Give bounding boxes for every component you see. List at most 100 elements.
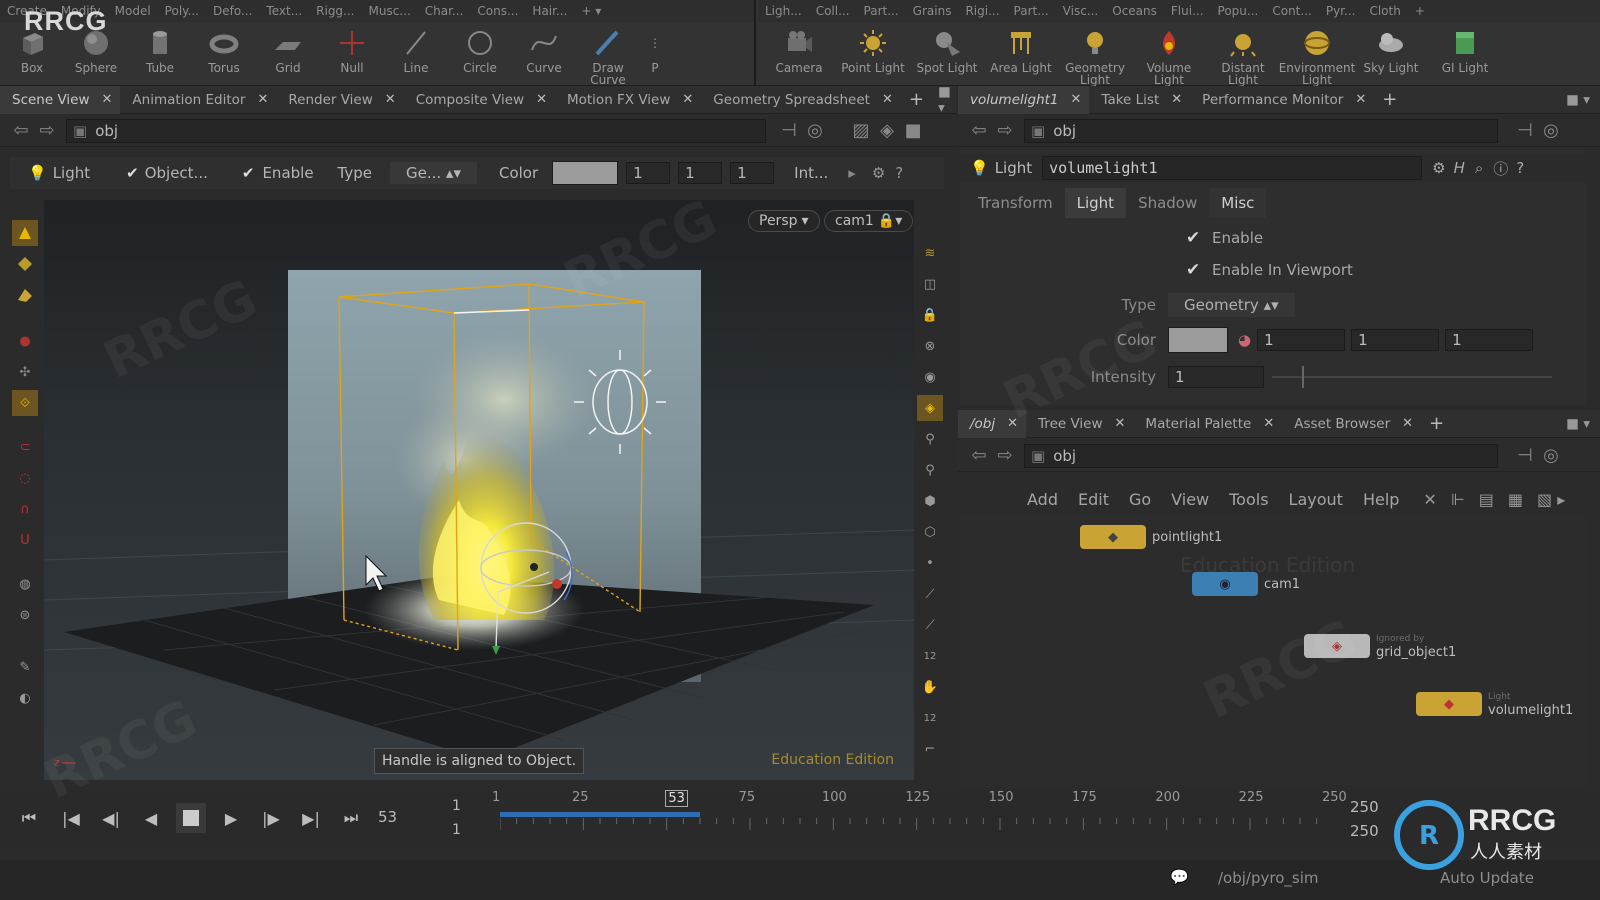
handle-icon[interactable]: ● [12, 328, 38, 354]
select-tool-icon[interactable] [12, 220, 38, 246]
color-r-field[interactable]: 1 [1257, 329, 1346, 351]
close-icon[interactable]: ✕ [1007, 416, 1018, 431]
add-shelf-icon[interactable]: + ▾ [574, 4, 608, 18]
close-icon[interactable]: ✕ [1115, 416, 1126, 431]
magnet-snap-icon[interactable]: U [12, 527, 38, 553]
forward-arrow-icon[interactable]: ⇨ [992, 445, 1018, 466]
tab-material-palette[interactable]: Material Palette ✕ [1133, 410, 1282, 438]
color-swatch[interactable] [552, 161, 619, 185]
scene-viewport[interactable]: z Persp ▾ cam1 🔒▾ Handle is aligned to Obj… [44, 200, 914, 780]
tab-composite-view[interactable]: Composite View ✕ [404, 86, 555, 114]
tool-sky-light[interactable]: Sky Light [1354, 26, 1428, 74]
step-back-icon[interactable]: ◀| [96, 803, 126, 833]
frame-12-icon[interactable]: 12 [917, 643, 943, 669]
pin-icon[interactable]: ⊣ [1512, 445, 1538, 466]
close-icon[interactable]: ✕ [536, 92, 547, 107]
update-mode-dropdown[interactable]: Auto Update [1440, 869, 1534, 887]
play-reverse-icon[interactable]: ◀ [136, 803, 166, 833]
enable-checkbox[interactable]: ✔ [242, 164, 255, 182]
color-b-field[interactable]: 1 [730, 162, 775, 184]
menu-add[interactable]: Add [1027, 490, 1058, 509]
object-light-icon[interactable]: ⚲ [917, 457, 943, 483]
palette-icon[interactable]: ◐ [12, 685, 38, 711]
tool-distant-light[interactable]: Distant Light [1206, 26, 1280, 86]
lasso-icon[interactable]: ◌ [12, 465, 38, 491]
path-field[interactable]: ▣ obj [1024, 118, 1498, 143]
object-dropdown[interactable]: Object... [145, 164, 208, 182]
chat-icon[interactable]: 💬 [1170, 868, 1189, 886]
help-icon[interactable]: ? [895, 164, 903, 182]
move-tool-icon[interactable] [12, 251, 38, 277]
measure-icon[interactable]: ⟋ [917, 612, 943, 638]
xray-icon[interactable]: ⊗ [917, 333, 943, 359]
paint-icon[interactable]: ✎ [12, 654, 38, 680]
bg-icon[interactable]: ⬢ [917, 488, 943, 514]
tool-geometry-light[interactable]: Geometry Light [1058, 26, 1132, 86]
tree-icon[interactable]: ⊩ [1451, 490, 1465, 509]
node-volumelight1[interactable]: ◆ Light volumelight1 [1416, 691, 1573, 717]
close-icon[interactable]: ✕ [882, 92, 893, 107]
frame-12b-icon[interactable]: 12 [917, 705, 943, 731]
tool-area-light[interactable]: Area Light [984, 26, 1058, 74]
color-g-field[interactable]: 1 [678, 162, 723, 184]
menu-go[interactable]: Go [1129, 490, 1151, 509]
forward-arrow-icon[interactable]: ⇨ [992, 120, 1018, 141]
slider-handle[interactable] [1302, 366, 1304, 388]
shelf-tab[interactable]: Popu... [1211, 4, 1266, 18]
step-forward-icon[interactable]: |▶ [256, 803, 286, 833]
tool-point-light[interactable]: Point Light [836, 26, 910, 74]
link-icon[interactable]: ◎ [1538, 120, 1564, 141]
menu-view[interactable]: View [1171, 490, 1209, 509]
tool-torus[interactable]: Torus [192, 26, 256, 74]
shelf-tab[interactable]: Pyr... [1319, 4, 1363, 18]
enable-checkbox[interactable]: ✔ [1186, 228, 1208, 248]
help-icon[interactable]: ? [1516, 159, 1524, 177]
node-pointlight1[interactable]: ◆ pointlight1 [1080, 525, 1222, 549]
close-icon[interactable]: ✕ [1263, 416, 1274, 431]
h-icon[interactable]: H [1454, 159, 1465, 177]
tab-performance-monitor[interactable]: Performance Monitor ✕ [1190, 86, 1374, 114]
headlight-icon[interactable]: ⚲ [917, 426, 943, 452]
shelf-tab[interactable]: Part... [857, 4, 906, 18]
shelf-tab[interactable]: Coll... [809, 4, 857, 18]
prev-key-icon[interactable]: |◀ [56, 803, 86, 833]
hand-icon[interactable]: ✋ [917, 674, 943, 700]
tool-camera[interactable]: Camera [762, 26, 836, 74]
tool-curve[interactable]: Curve [512, 26, 576, 74]
jump-start-icon[interactable]: ⏮ [14, 803, 44, 833]
gear-icon[interactable]: ⚙ [1432, 159, 1445, 177]
pin-icon[interactable]: ⊣ [1512, 120, 1538, 141]
shelf-tab[interactable]: Hair... [525, 4, 574, 18]
tool-circle[interactable]: Circle [448, 26, 512, 74]
color-b-field[interactable]: 1 [1445, 329, 1534, 351]
shelf-tab[interactable]: Part... [1007, 4, 1056, 18]
add-shelf-icon[interactable]: + [1408, 4, 1432, 18]
type-dropdown[interactable]: Geometry ▴▾ [1168, 293, 1295, 317]
close-icon[interactable]: ✕ [385, 92, 396, 107]
tab-misc[interactable]: Misc [1209, 188, 1267, 218]
add-tab-icon[interactable]: + [1429, 413, 1444, 434]
shelf-tab[interactable]: Visc... [1056, 4, 1106, 18]
shelf-tab[interactable]: Rigi... [958, 4, 1006, 18]
tab-shadow[interactable]: Shadow [1126, 188, 1209, 218]
shelf-tab[interactable]: Musc... [362, 4, 418, 18]
tab-light[interactable]: Light [1064, 188, 1127, 218]
shelf-tab[interactable]: Grains [906, 4, 959, 18]
network-editor[interactable]: Education Edition ◆ pointlight1 ◉ cam1 ◈… [960, 515, 1586, 785]
tab-scene-view[interactable]: Scene View ✕ [0, 85, 121, 114]
path-field[interactable]: ▣ obj [1024, 443, 1498, 468]
start-frame-field[interactable]: 1 [452, 798, 461, 814]
shelf-tab[interactable]: Char... [418, 4, 471, 18]
render-icon[interactable]: ◍ [12, 571, 38, 597]
tab-transform[interactable]: Transform [966, 188, 1065, 218]
end-frame-field[interactable]: 250 [1350, 798, 1379, 816]
ghost-icon[interactable]: ◫ [917, 271, 943, 297]
shelf-tab[interactable]: Poly... [158, 4, 206, 18]
snap-icon[interactable]: ∩ [12, 496, 38, 522]
close-icon[interactable]: ✕ [1071, 92, 1082, 107]
tool-grid[interactable]: Grid [256, 26, 320, 74]
tool-tube[interactable]: Tube [128, 26, 192, 74]
search-icon[interactable]: ⌕ [1475, 159, 1483, 177]
shelf-tab[interactable]: Rigg... [309, 4, 361, 18]
pose-tool-icon[interactable]: ✣ [12, 359, 38, 385]
